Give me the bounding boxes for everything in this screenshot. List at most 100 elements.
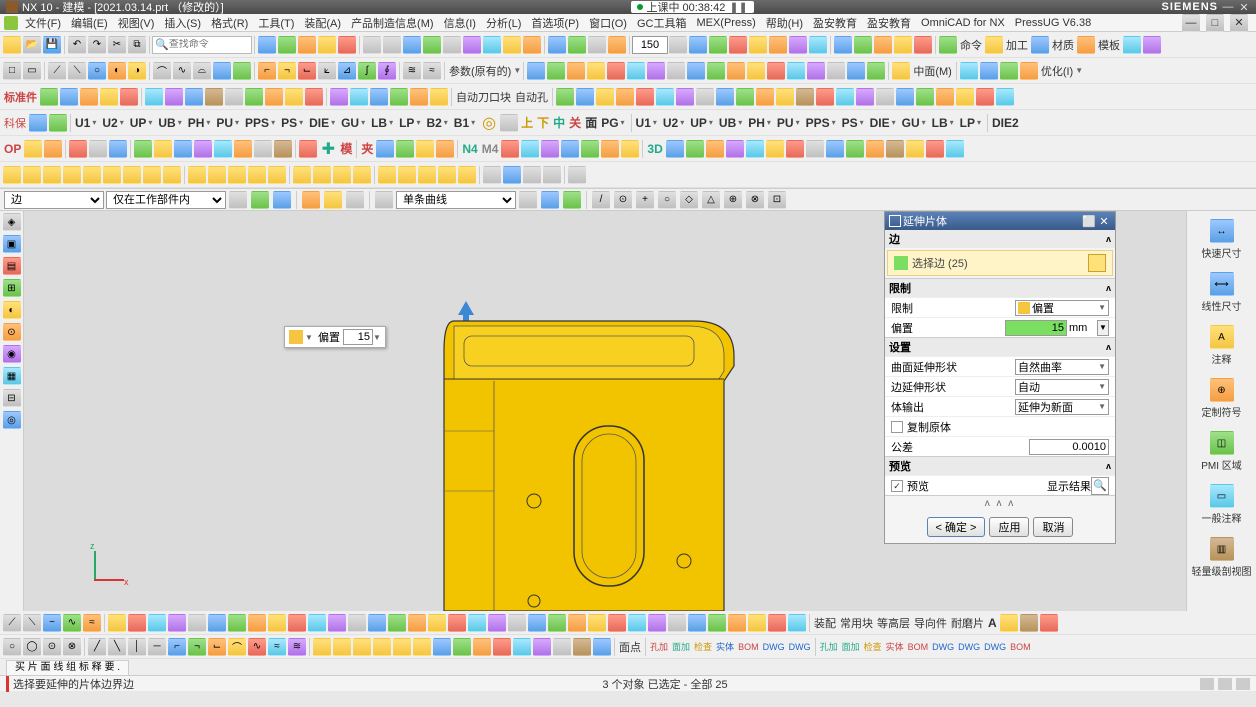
r3i33-icon[interactable] bbox=[796, 88, 814, 106]
b2i20-icon[interactable] bbox=[393, 638, 411, 656]
menu-edu2[interactable]: 盈安教育 bbox=[864, 15, 914, 31]
ppsb-label[interactable]: PPS bbox=[804, 116, 832, 130]
m-label[interactable]: 模 bbox=[338, 140, 354, 157]
r6i28-icon[interactable] bbox=[568, 166, 586, 184]
i8-icon[interactable] bbox=[403, 36, 421, 54]
r6i3-icon[interactable] bbox=[43, 166, 61, 184]
r5i12-icon[interactable] bbox=[254, 140, 272, 158]
upb-label[interactable]: UP bbox=[688, 116, 709, 130]
r4i2-icon[interactable] bbox=[49, 114, 67, 132]
r2i21-icon[interactable]: ≈ bbox=[423, 62, 441, 80]
vt-part-icon[interactable]: ▣ bbox=[3, 235, 21, 253]
sel-i14-icon[interactable]: ○ bbox=[658, 191, 676, 209]
r5i32-icon[interactable] bbox=[786, 140, 804, 158]
b2i6-icon[interactable]: ╲ bbox=[108, 638, 126, 656]
pu-label[interactable]: PU bbox=[214, 116, 235, 130]
window-close-icon[interactable]: ✕ bbox=[1230, 14, 1248, 32]
vt-hist-icon[interactable]: ▤ bbox=[3, 257, 21, 275]
b2i21-icon[interactable] bbox=[413, 638, 431, 656]
r2i23-icon[interactable] bbox=[547, 62, 565, 80]
i1-icon[interactable] bbox=[258, 36, 276, 54]
b2i5-icon[interactable]: ╱ bbox=[88, 638, 106, 656]
r3i12-icon[interactable] bbox=[265, 88, 283, 106]
r2i34-icon[interactable] bbox=[767, 62, 785, 80]
r6i2-icon[interactable] bbox=[23, 166, 41, 184]
redo-icon[interactable]: ↷ bbox=[88, 36, 106, 54]
r6i5-icon[interactable] bbox=[83, 166, 101, 184]
b2i7-icon[interactable]: │ bbox=[128, 638, 146, 656]
menu-edit[interactable]: 编辑(E) bbox=[68, 15, 111, 31]
lbl-up[interactable]: 上 bbox=[519, 114, 535, 131]
copy-checkbox[interactable] bbox=[891, 421, 903, 433]
r2i10-icon[interactable]: ⌓ bbox=[193, 62, 211, 80]
b2l15[interactable]: DWG bbox=[982, 642, 1008, 652]
sel-i2-icon[interactable] bbox=[251, 191, 269, 209]
r2i16-icon[interactable]: ⟀ bbox=[318, 62, 336, 80]
r5i19-icon[interactable] bbox=[501, 140, 519, 158]
i2-icon[interactable] bbox=[278, 36, 296, 54]
b2l7[interactable]: DWG bbox=[787, 642, 813, 652]
lbl-opt[interactable]: 优化(I) bbox=[1039, 63, 1075, 79]
r2i27-icon[interactable] bbox=[627, 62, 645, 80]
menu-pressug[interactable]: PressUG V6.38 bbox=[1012, 17, 1094, 29]
b2i12-icon[interactable]: ⌒ bbox=[228, 638, 246, 656]
lbl-auto2[interactable]: 自动孔 bbox=[513, 89, 550, 105]
menu-omni[interactable]: OmniCAD for NX bbox=[918, 17, 1008, 29]
offset-input[interactable] bbox=[1005, 320, 1067, 336]
gen-note-icon[interactable]: ▭ bbox=[1210, 484, 1234, 508]
r2i22-icon[interactable] bbox=[527, 62, 545, 80]
r5i8-icon[interactable] bbox=[174, 140, 192, 158]
i4-icon[interactable] bbox=[318, 36, 336, 54]
r5i14-icon[interactable] bbox=[299, 140, 317, 158]
b1i33-icon[interactable] bbox=[648, 614, 666, 632]
b1i42-icon[interactable] bbox=[1020, 614, 1038, 632]
r2i42-icon[interactable] bbox=[1000, 62, 1018, 80]
window-max-icon[interactable]: □ bbox=[1206, 14, 1224, 32]
edge-select-row[interactable]: 选择边 (25) bbox=[887, 250, 1113, 276]
r3i20-icon[interactable] bbox=[430, 88, 448, 106]
r5i26-icon[interactable] bbox=[666, 140, 684, 158]
vt-layer-icon[interactable]: ⊞ bbox=[3, 279, 21, 297]
r2i40-icon[interactable] bbox=[960, 62, 978, 80]
r5i6-icon[interactable] bbox=[134, 140, 152, 158]
die2-label[interactable]: DIE2 bbox=[990, 116, 1021, 130]
b1i36-icon[interactable] bbox=[708, 614, 726, 632]
b2i19-icon[interactable] bbox=[373, 638, 391, 656]
i3-icon[interactable] bbox=[298, 36, 316, 54]
b1i12-icon[interactable] bbox=[228, 614, 246, 632]
r5i4-icon[interactable] bbox=[89, 140, 107, 158]
r3i28-icon[interactable] bbox=[696, 88, 714, 106]
r3i31-icon[interactable] bbox=[756, 88, 774, 106]
b2i17-icon[interactable] bbox=[333, 638, 351, 656]
filter-curve-select[interactable]: 单条曲线 bbox=[396, 191, 516, 209]
filter-type-select[interactable]: 边 bbox=[4, 191, 104, 209]
i7-icon[interactable] bbox=[383, 36, 401, 54]
r2i24-icon[interactable] bbox=[567, 62, 585, 80]
r5i10-icon[interactable] bbox=[214, 140, 232, 158]
midface-icon[interactable] bbox=[892, 62, 910, 80]
b1i21-icon[interactable] bbox=[408, 614, 426, 632]
command-search-input[interactable] bbox=[169, 39, 239, 50]
sel-i15-icon[interactable]: ◇ bbox=[680, 191, 698, 209]
b1i20-icon[interactable] bbox=[388, 614, 406, 632]
r2i37-icon[interactable] bbox=[827, 62, 845, 80]
r2i2-icon[interactable]: ▭ bbox=[23, 62, 41, 80]
magnify-icon[interactable]: 🔍 bbox=[1091, 477, 1109, 495]
u1-label[interactable]: U1 bbox=[73, 116, 92, 130]
r3i19-icon[interactable] bbox=[410, 88, 428, 106]
proc-icon[interactable] bbox=[985, 36, 1003, 54]
b2i28-icon[interactable] bbox=[553, 638, 571, 656]
r6i19-icon[interactable] bbox=[378, 166, 396, 184]
r2i39-icon[interactable] bbox=[867, 62, 885, 80]
window-min-icon[interactable]: — bbox=[1182, 14, 1200, 32]
sel-i5-icon[interactable] bbox=[324, 191, 342, 209]
b2l16[interactable]: BOM bbox=[1008, 642, 1033, 652]
model-part[interactable] bbox=[434, 311, 744, 611]
r3i35-icon[interactable] bbox=[836, 88, 854, 106]
r5i17-icon[interactable] bbox=[416, 140, 434, 158]
lpb-label[interactable]: LP bbox=[958, 116, 977, 130]
b2l4[interactable]: 实体 bbox=[714, 640, 736, 653]
r6i11-icon[interactable] bbox=[208, 166, 226, 184]
bl3-label[interactable]: 等高层 bbox=[875, 615, 912, 631]
r5i16-icon[interactable] bbox=[396, 140, 414, 158]
